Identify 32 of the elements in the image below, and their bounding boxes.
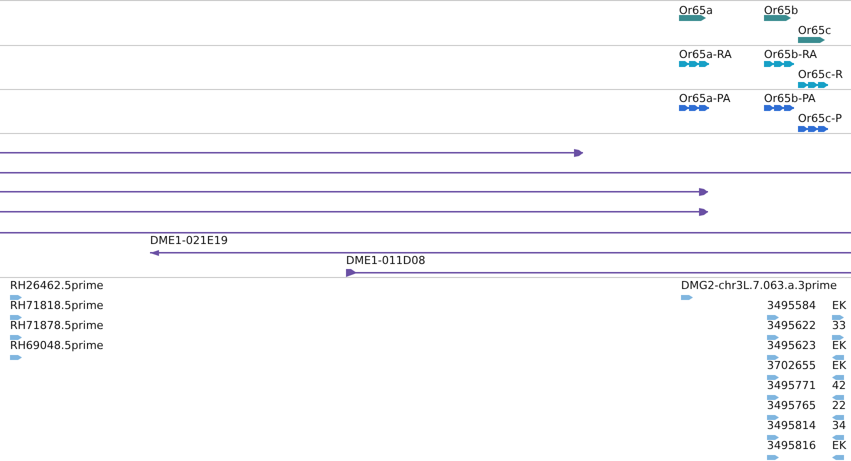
feature-label: 3495584 (767, 299, 816, 312)
feature-label: RH71878.5prime (10, 319, 104, 332)
feature-label: EK (832, 339, 846, 352)
feature-label: 3495814 (767, 419, 816, 432)
feature-label: 3495771 (767, 379, 816, 392)
feature-label: RH69048.5prime (10, 339, 104, 352)
feature-label: Or65b-PA (764, 92, 816, 105)
feature-label: Or65c-R (798, 68, 843, 81)
feature-label: Or65b (764, 4, 798, 17)
feature-label: 3702655 (767, 359, 816, 372)
feature-label: Or65a (679, 4, 713, 17)
feature-label: Or65c (798, 24, 832, 37)
feature-label: DMG2-chr3L.7.063.a.3prime (681, 279, 837, 292)
feature-label: Or65c-P (798, 112, 842, 125)
feature-label: 42 (832, 379, 846, 392)
feature-label: 3495765 (767, 399, 816, 412)
feature-label: 3495623 (767, 339, 816, 352)
feature-label: DME1-011D08 (346, 254, 426, 267)
feature-label: Or65b-RA (764, 48, 817, 61)
feature-label: Or65a-RA (679, 48, 732, 61)
feature-label: 3495816 (767, 439, 816, 452)
feature-label: RH26462.5prime (10, 279, 104, 292)
feature-label: 3495622 (767, 319, 816, 332)
feature-label: EK (832, 439, 846, 452)
feature-label: 33 (832, 319, 846, 332)
feature-label: RH71818.5prime (10, 299, 104, 312)
feature-label: 34 (832, 419, 846, 432)
feature-label: EK (832, 359, 846, 372)
feature-label: EK (832, 299, 846, 312)
feature-label: Or65a-PA (679, 92, 730, 105)
feature-label: 22 (832, 399, 846, 412)
feature-label: DME1-021E19 (150, 234, 228, 247)
